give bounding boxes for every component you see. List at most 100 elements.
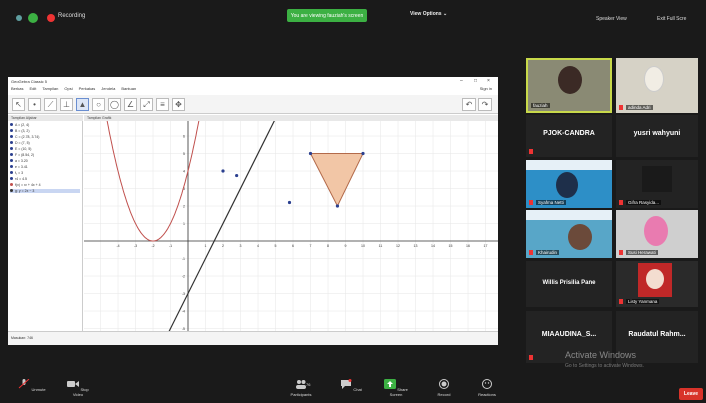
x-tick-label: 6 [292, 244, 294, 248]
view-options-button[interactable]: View Options ⌄ [410, 11, 447, 17]
menu-opsi[interactable]: Opsi [64, 86, 72, 94]
participant-video [558, 66, 582, 94]
shared-screen-geogebra: GeoGebra Classic 5 – □ × Berkas Edit Tam… [8, 77, 498, 345]
polygon-tool-icon[interactable]: ▲ [76, 98, 89, 111]
video-camera-icon [67, 381, 80, 387]
muted-mic-icon [529, 200, 533, 205]
move-tool-icon[interactable]: ↖ [12, 98, 25, 111]
graphics-canvas[interactable]: -4-3-2-112345678910111213141516171865432… [84, 121, 498, 331]
top-bar: Recording You are viewing fauziah's scre… [0, 0, 706, 32]
muted-mic-icon [529, 355, 533, 360]
algebra-item[interactable]: E = (10, 5) [10, 147, 31, 151]
angle-tool-icon[interactable]: ∠ [124, 98, 137, 111]
algebra-item[interactable]: r4 = 4.5 [10, 177, 27, 181]
move-view-tool-icon[interactable]: ✥ [172, 98, 185, 111]
record-button[interactable]: Record [432, 379, 456, 397]
redo-icon[interactable]: ↷ [478, 98, 492, 111]
participant-name: fauziah [531, 103, 550, 108]
reflect-tool-icon[interactable]: ⤢ [140, 98, 153, 111]
algebra-item[interactable]: D = (7, 5) [10, 141, 30, 145]
sign-in-link[interactable]: Sign in [480, 86, 492, 91]
y-tick-label: -2 [182, 275, 185, 279]
exit-full-screen-button[interactable]: Exit Full Scre [657, 16, 686, 22]
y-tick-label: -4 [182, 310, 185, 314]
perpendicular-tool-icon[interactable]: ⊥ [60, 98, 73, 111]
y-tick-label: 5 [183, 152, 185, 156]
participant-tile-susi[interactable]: Susi Herawati [616, 210, 698, 258]
algebra-item[interactable]: a = 3.20 [10, 159, 28, 163]
menu-bantuan[interactable]: Bantuan [121, 86, 136, 94]
participant-tile-yusri[interactable]: yusri wahyuni [616, 115, 698, 157]
x-tick-label: 2 [222, 244, 224, 248]
x-tick-label: 16 [466, 244, 470, 248]
participant-tile-gifra[interactable]: Gifra Rasyida... [616, 160, 698, 208]
unmute-button[interactable]: Unmute [18, 378, 46, 392]
point-marker [221, 169, 225, 173]
share-screen-icon [384, 379, 397, 389]
x-tick-label: 10 [361, 244, 365, 248]
maximize-icon[interactable]: □ [474, 78, 477, 84]
activate-windows-watermark: Activate Windows [565, 350, 637, 360]
y-tick-label: -1 [182, 257, 185, 261]
stop-video-button[interactable]: Stop Video [62, 379, 94, 397]
reactions-button[interactable]: Reactions [472, 379, 502, 397]
close-icon[interactable]: × [487, 78, 490, 84]
ellipse-tool-icon[interactable]: ◯ [108, 98, 121, 111]
x-tick-label: -3 [134, 244, 137, 248]
menu-jendela[interactable]: Jendela [101, 86, 115, 94]
algebra-item-selected[interactable]: g: y = 2x − 3 [10, 189, 80, 193]
participant-tile-syafma[interactable]: Syafma Netti [526, 160, 612, 208]
y-tick-label: 1 [183, 222, 185, 226]
algebra-item[interactable]: F = (8.54, 2) [10, 153, 34, 157]
participant-tile-listy[interactable]: Listy Yanmana [616, 261, 698, 307]
participant-video [644, 216, 668, 246]
leave-button[interactable]: Leave [679, 388, 703, 400]
x-tick-label: -2 [151, 244, 154, 248]
algebra-item[interactable]: e = 3.41 [10, 165, 28, 169]
muted-mic-icon [529, 250, 533, 255]
algebra-item[interactable]: C = (2.78, 3.74) [10, 135, 39, 139]
participant-name: Listy Yanmana [626, 299, 660, 304]
participant-name: Raudatul Rahm... [628, 331, 686, 338]
algebra-item[interactable]: A = (2, 4) [10, 123, 29, 127]
algebra-item[interactable]: f₁ = 3 [10, 171, 23, 175]
participant-tile-willis[interactable]: Willis Prisilia Pane [526, 261, 612, 307]
chat-button[interactable]: Chat [340, 379, 362, 392]
x-tick-label: -4 [116, 244, 119, 248]
menu-edit[interactable]: Edit [29, 86, 36, 94]
participant-video [644, 66, 664, 92]
x-tick-label: 4 [257, 244, 259, 248]
participant-tile-adinda[interactable]: adinda Adri [616, 58, 698, 113]
participant-name: Susi Herawati [626, 250, 658, 255]
participants-button[interactable]: Participants [284, 379, 318, 397]
participants-count: 76 [306, 382, 311, 387]
minimize-icon[interactable]: – [460, 78, 463, 84]
share-screen-button[interactable]: Share Screen [378, 379, 414, 397]
participant-name: MIAAUDINA_S... [541, 331, 597, 338]
menu-tampilan[interactable]: Tampilan [42, 86, 58, 94]
participant-tile-khairudin[interactable]: Khairudin [526, 210, 612, 258]
point-marker [335, 204, 340, 208]
participant-tile-fauziah[interactable]: fauziah [526, 58, 612, 113]
y-tick-label: 6 [183, 135, 185, 139]
menu-berkas[interactable]: Berkas [11, 86, 23, 94]
algebra-item[interactable]: f(x) = x² + 4x + 4 [10, 183, 41, 187]
recording-label: Recording [58, 13, 86, 19]
slider-tool-icon[interactable]: ≡ [156, 98, 169, 111]
menu-perkakas[interactable]: Perkakas [79, 86, 96, 94]
circle-tool-icon[interactable]: ○ [92, 98, 105, 111]
algebra-item[interactable]: B = (3, 2) [10, 129, 30, 133]
line-tool-icon[interactable]: ⟋ [44, 98, 57, 111]
participant-tile-pjok-candra[interactable]: PJOK-CANDRA [526, 115, 612, 157]
point-tool-icon[interactable]: • [28, 98, 41, 111]
security-shield-icon[interactable] [28, 13, 38, 23]
info-icon[interactable] [16, 15, 22, 21]
muted-mic-icon [619, 200, 623, 205]
undo-icon[interactable]: ↶ [462, 98, 476, 111]
x-tick-label: 11 [379, 244, 383, 248]
meeting-controls-bar: Unmute Stop Video Participants 76 Chat S… [0, 376, 706, 403]
speaker-view-button[interactable]: Speaker View [596, 16, 627, 22]
input-bar[interactable]: Masukan: 746 [8, 331, 498, 345]
menu-bar: Berkas Edit Tampilan Opsi Perkakas Jende… [8, 86, 498, 94]
y-tick-label: 2 [183, 205, 185, 209]
